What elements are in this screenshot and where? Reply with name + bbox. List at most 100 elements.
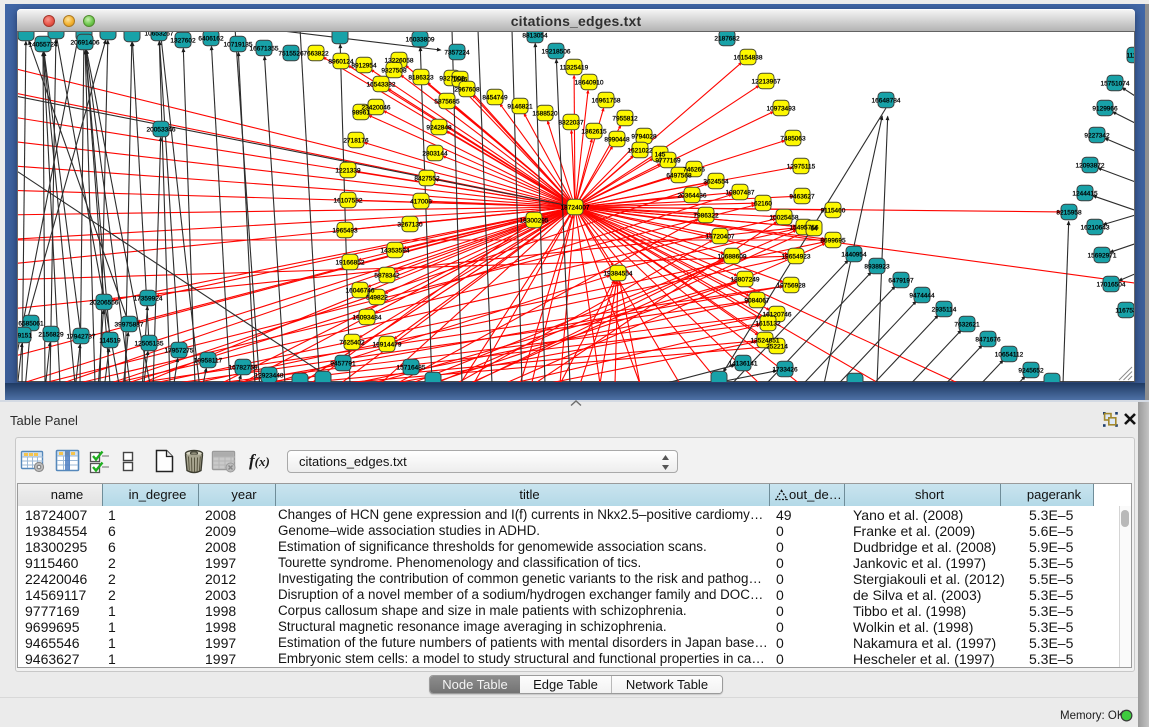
svg-text:3267130: 3267130 <box>397 221 423 228</box>
svg-text:16671355: 16671355 <box>250 45 279 52</box>
svg-text:10719135: 10719135 <box>224 41 253 48</box>
svg-text:1615132: 1615132 <box>755 320 781 327</box>
svg-text:10025458: 10025458 <box>770 214 799 221</box>
svg-text:18724007: 18724007 <box>561 204 590 211</box>
svg-text:14353594: 14353594 <box>381 247 410 254</box>
svg-text:6406162: 6406162 <box>198 35 224 42</box>
svg-text:20364436: 20364436 <box>678 192 707 199</box>
svg-text:19218506: 19218506 <box>542 48 571 55</box>
svg-text:7663822: 7663822 <box>303 50 329 57</box>
svg-text:16033809: 16033809 <box>406 36 435 43</box>
svg-text:13226058: 13226058 <box>385 57 414 64</box>
svg-text:19756928: 19756928 <box>777 282 806 289</box>
svg-text:18300295: 18300295 <box>520 217 549 224</box>
svg-text:8912954: 8912954 <box>351 62 377 69</box>
svg-text:8960124: 8960124 <box>328 58 354 65</box>
svg-text:5875685: 5875685 <box>434 98 460 105</box>
svg-text:19166852: 19166852 <box>336 259 365 266</box>
svg-text:2967608: 2967608 <box>454 86 480 93</box>
svg-text:19654923: 19654923 <box>782 253 811 260</box>
svg-text:7485063: 7485063 <box>780 135 806 142</box>
svg-text:10688609: 10688609 <box>718 253 747 260</box>
svg-text:549822: 549822 <box>366 294 388 301</box>
svg-text:15751074: 15751074 <box>1101 80 1130 87</box>
svg-text:2187682: 2187682 <box>714 35 740 42</box>
svg-text:2935114: 2935114 <box>932 306 957 313</box>
svg-text:16648784: 16648784 <box>872 97 901 104</box>
svg-text:8427552: 8427552 <box>414 175 440 182</box>
svg-text:9146821: 9146821 <box>507 103 533 110</box>
svg-text:17359924: 17359924 <box>134 295 163 302</box>
svg-text:64: 64 <box>810 225 818 232</box>
svg-text:14136141: 14136141 <box>729 360 758 367</box>
svg-text:16107552: 16107552 <box>334 197 363 204</box>
svg-text:9115460: 9115460 <box>821 207 846 214</box>
svg-text:17942737: 17942737 <box>67 333 96 340</box>
svg-text:8215958: 8215958 <box>1056 209 1082 216</box>
svg-text:12923448: 12923448 <box>255 372 284 379</box>
svg-text:17016504: 17016504 <box>1097 281 1126 288</box>
svg-text:9242848: 9242848 <box>426 124 452 131</box>
svg-text:1546: 1546 <box>453 76 468 83</box>
svg-text:15716485: 15716485 <box>397 364 426 371</box>
svg-text:7986322: 7986322 <box>693 212 719 219</box>
svg-text:1440954: 1440954 <box>841 251 867 258</box>
svg-text:8471676: 8471676 <box>975 336 1001 343</box>
svg-text:16961758: 16961758 <box>592 97 621 104</box>
svg-text:16120746: 16120746 <box>763 311 792 318</box>
svg-text:9794028: 9794028 <box>631 133 657 140</box>
svg-text:9084067: 9084067 <box>744 297 770 304</box>
svg-text:12213967: 12213967 <box>752 78 781 85</box>
svg-text:2718176: 2718176 <box>343 137 369 144</box>
svg-text:9474444: 9474444 <box>909 292 935 299</box>
svg-text:9227342: 9227342 <box>1084 132 1110 139</box>
svg-text:12505135: 12505135 <box>135 340 164 347</box>
svg-text:9777169: 9777169 <box>655 157 681 164</box>
svg-text:12975115: 12975115 <box>787 163 816 170</box>
svg-text:3624554: 3624554 <box>703 178 729 185</box>
svg-text:20206556: 20206556 <box>90 299 119 306</box>
svg-text:6497568: 6497568 <box>666 172 692 179</box>
svg-text:39151: 39151 <box>18 332 32 339</box>
svg-text:8186323: 8186323 <box>408 74 434 81</box>
svg-text:7357224: 7357224 <box>444 49 470 56</box>
svg-text:10973493: 10973493 <box>767 105 796 112</box>
svg-text:1733426: 1733426 <box>772 366 798 373</box>
svg-text:9463627: 9463627 <box>789 193 815 200</box>
svg-text:1244415: 1244415 <box>1072 190 1098 197</box>
svg-text:15692971: 15692971 <box>1088 252 1117 259</box>
svg-text:10654112: 10654112 <box>995 351 1024 358</box>
svg-text:10807487: 10807487 <box>726 189 755 196</box>
svg-text:16782759: 16782759 <box>229 364 258 371</box>
svg-text:116753: 116753 <box>1115 307 1134 314</box>
svg-text:8322037: 8322037 <box>558 119 584 126</box>
svg-text:20053346: 20053346 <box>147 126 176 133</box>
svg-text:11325419: 11325419 <box>560 64 589 71</box>
svg-text:16914479: 16914479 <box>373 341 402 348</box>
svg-text:8699695: 8699695 <box>820 237 846 244</box>
svg-text:7632621: 7632621 <box>954 321 980 328</box>
svg-text:8990448: 8990448 <box>604 136 630 143</box>
svg-text:12093872: 12093872 <box>1076 162 1105 169</box>
svg-text:16093484: 16093484 <box>353 314 382 321</box>
svg-text:17957275: 17957275 <box>165 347 194 354</box>
svg-text:1621022: 1621022 <box>627 147 653 154</box>
svg-text:9245652: 9245652 <box>1018 367 1044 374</box>
svg-text:114519: 114519 <box>99 337 121 344</box>
svg-text:7955812: 7955812 <box>612 115 638 122</box>
svg-text:11124: 11124 <box>1126 52 1134 59</box>
svg-text:16210643: 16210643 <box>1081 224 1110 231</box>
svg-text:252214: 252214 <box>766 343 788 350</box>
svg-text:62160: 62160 <box>754 200 772 207</box>
svg-text:1362615: 1362615 <box>581 128 607 135</box>
svg-text:9457791: 9457791 <box>330 360 356 367</box>
svg-text:9129966: 9129966 <box>1092 105 1118 112</box>
svg-text:16154838: 16154838 <box>734 54 763 61</box>
svg-text:16046746: 16046746 <box>346 287 375 294</box>
svg-text:8813054: 8813054 <box>522 32 548 39</box>
svg-text:9327508: 9327508 <box>381 67 407 74</box>
svg-text:1221339: 1221339 <box>335 167 361 174</box>
svg-text:8938923: 8938923 <box>864 263 890 270</box>
svg-text:16543382: 16543382 <box>367 81 396 88</box>
svg-text:6479197: 6479197 <box>888 277 914 284</box>
